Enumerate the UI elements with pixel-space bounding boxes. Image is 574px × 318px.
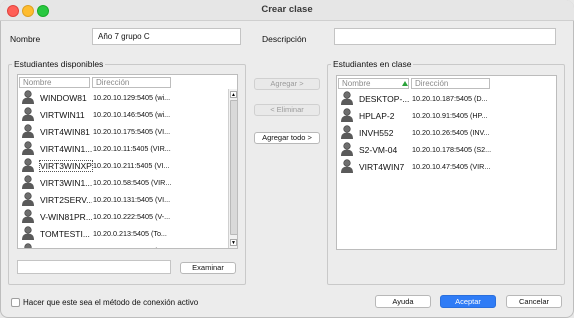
student-name: TOMTESTI... xyxy=(40,229,90,239)
description-input[interactable] xyxy=(334,28,556,45)
student-name: VIRT4WIN7 xyxy=(359,162,405,172)
student-address: 10.20.10.187:5405 (D... xyxy=(412,94,488,103)
create-class-dialog: Crear clase Nombre Año 7 grupo C Descrip… xyxy=(0,0,574,318)
student-address: 10.20.10.211:5405 (VI... xyxy=(93,161,170,170)
title-bar: Crear clase xyxy=(0,0,574,21)
active-connection-label: Hacer que este sea el método de conexión… xyxy=(23,298,199,307)
student-name: WINDOW81 xyxy=(40,93,87,103)
student-name: TM-WIN10 xyxy=(40,246,92,248)
student-address: 10.20.10.129:5405 (wi... xyxy=(93,93,171,102)
list-item[interactable]: HPLAP-2 10.20.10.91:5405 (HP... xyxy=(339,107,549,124)
user-icon xyxy=(21,209,35,224)
student-address: 10.20.10.146:5405 (wi... xyxy=(93,110,171,119)
student-address: 10.20.10.47:5405 (VIR... xyxy=(412,162,491,171)
class-students-list[interactable]: Nombre Dirección DESKTOP-... 10.20.10.187… xyxy=(336,75,557,250)
available-students-list[interactable]: Nombre Dirección WINDOW81 10.20.10.129:54… xyxy=(17,74,238,249)
list-item[interactable]: VIRT2SERV... 10.20.10.131:5405 (VI... xyxy=(20,191,230,208)
student-name: VIRT4WIN81 xyxy=(40,127,90,137)
user-icon xyxy=(21,158,35,173)
student-name: V-WIN81PR... xyxy=(40,212,92,222)
student-name: INVH552 xyxy=(359,128,394,138)
user-icon xyxy=(21,192,35,207)
student-name: VIRT4WIN1... xyxy=(40,144,92,154)
student-name: S2-VM-04 xyxy=(359,145,398,155)
student-address: 10.20.10.58:5405 (VIR... xyxy=(93,178,172,187)
list-item[interactable]: DESKTOP-... 10.20.10.187:5405 (D... xyxy=(339,90,549,107)
scroll-down-arrow-icon[interactable]: ▼ xyxy=(230,239,237,246)
window-title: Crear clase xyxy=(261,4,313,15)
list-item[interactable]: TM-WIN1010.20.10.117:5405 (T... xyxy=(20,242,230,248)
student-address: 10.20.10.117:5405 (T... xyxy=(93,246,228,248)
list-item[interactable]: V-WIN81PR... 10.20.10.222:5405 (V-... xyxy=(20,208,230,225)
user-icon xyxy=(21,243,35,248)
help-button[interactable]: Ayuda xyxy=(375,295,431,308)
list-item[interactable]: VIRT4WIN1... 10.20.10.11:5405 (VIR... xyxy=(20,140,230,157)
user-icon xyxy=(340,125,354,140)
student-name: DESKTOP-... xyxy=(359,94,410,104)
available-students-title: Estudiantes disponibles xyxy=(12,59,106,69)
student-address: 10.20.10.175:5405 (VI... xyxy=(93,127,171,136)
user-icon xyxy=(21,226,35,241)
description-label: Descripción xyxy=(262,34,307,44)
column-header-name[interactable]: Nombre xyxy=(338,78,409,89)
remove-button[interactable]: < Eliminar xyxy=(254,104,320,116)
active-connection-checkbox[interactable] xyxy=(11,298,20,307)
add-all-button[interactable]: Agregar todo > xyxy=(254,132,320,144)
student-address: 10.20.10.91:5405 (HP... xyxy=(412,111,488,120)
list-item[interactable]: WINDOW81 10.20.10.129:5405 (wi... xyxy=(20,89,230,106)
available-list-scrollbar[interactable]: ▲ ▼ xyxy=(228,89,237,248)
student-address: 10.20.10.131:5405 (VI... xyxy=(93,195,171,204)
student-address: 10.20.10.178:5405 (S2... xyxy=(412,145,492,154)
list-item[interactable]: VIRT4WIN7 10.20.10.47:5405 (VIR... xyxy=(339,158,549,175)
sort-ascending-icon xyxy=(402,81,408,86)
class-students-title: Estudiantes en clase xyxy=(331,59,414,69)
list-item[interactable]: VIRT4WIN81 10.20.10.175:5405 (VI... xyxy=(20,123,230,140)
column-header-address[interactable]: Dirección xyxy=(411,78,490,89)
list-item[interactable]: VIRT3WIN1... 10.20.10.58:5405 (VIR... xyxy=(20,174,230,191)
add-button[interactable]: Agregar > xyxy=(254,78,320,90)
user-icon xyxy=(21,90,35,105)
user-icon xyxy=(21,124,35,139)
list-item[interactable]: TOMTESTI... 10.20.0.213:5405 (To... xyxy=(20,225,230,242)
student-address: 10.20.0.213:5405 (To... xyxy=(93,229,167,238)
student-name: VIRT3WIN1... xyxy=(40,178,92,188)
user-icon xyxy=(340,159,354,174)
student-name: HPLAP-2 xyxy=(359,111,395,121)
user-icon xyxy=(340,108,354,123)
column-header-address[interactable]: Dirección xyxy=(92,77,171,88)
column-header-name[interactable]: Nombre xyxy=(19,77,90,88)
student-name: VIRTWIN11 xyxy=(40,110,85,120)
scrollbar-thumb[interactable] xyxy=(230,100,237,235)
ok-button[interactable]: Aceptar xyxy=(440,295,496,308)
user-icon xyxy=(340,142,354,157)
student-address: 10.20.10.222:5405 (V-... xyxy=(93,212,171,221)
user-icon xyxy=(21,107,35,122)
cancel-button[interactable]: Cancelar xyxy=(506,295,562,308)
student-name: VIRT2SERV... xyxy=(40,195,92,205)
available-search-input[interactable] xyxy=(17,260,171,274)
list-item[interactable]: S2-VM-04 10.20.10.178:5405 (S2... xyxy=(339,141,549,158)
student-address: 10.20.10.26:5405 (INV... xyxy=(412,128,490,137)
list-item[interactable]: VIRTWIN11 10.20.10.146:5405 (wi... xyxy=(20,106,230,123)
user-icon xyxy=(21,175,35,190)
list-item[interactable]: VIRT3WINXP 10.20.10.211:5405 (VI... xyxy=(20,157,230,174)
list-item[interactable]: INVH552 10.20.10.26:5405 (INV... xyxy=(339,124,549,141)
name-input[interactable]: Año 7 grupo C xyxy=(92,28,241,45)
user-icon xyxy=(340,91,354,106)
name-label: Nombre xyxy=(10,34,41,44)
scroll-up-arrow-icon[interactable]: ▲ xyxy=(230,91,237,98)
student-address: 10.20.10.11:5405 (VIR... xyxy=(93,144,171,153)
student-name: VIRT3WINXP xyxy=(39,160,93,172)
user-icon xyxy=(21,141,35,156)
browse-button[interactable]: Examinar xyxy=(180,262,236,274)
